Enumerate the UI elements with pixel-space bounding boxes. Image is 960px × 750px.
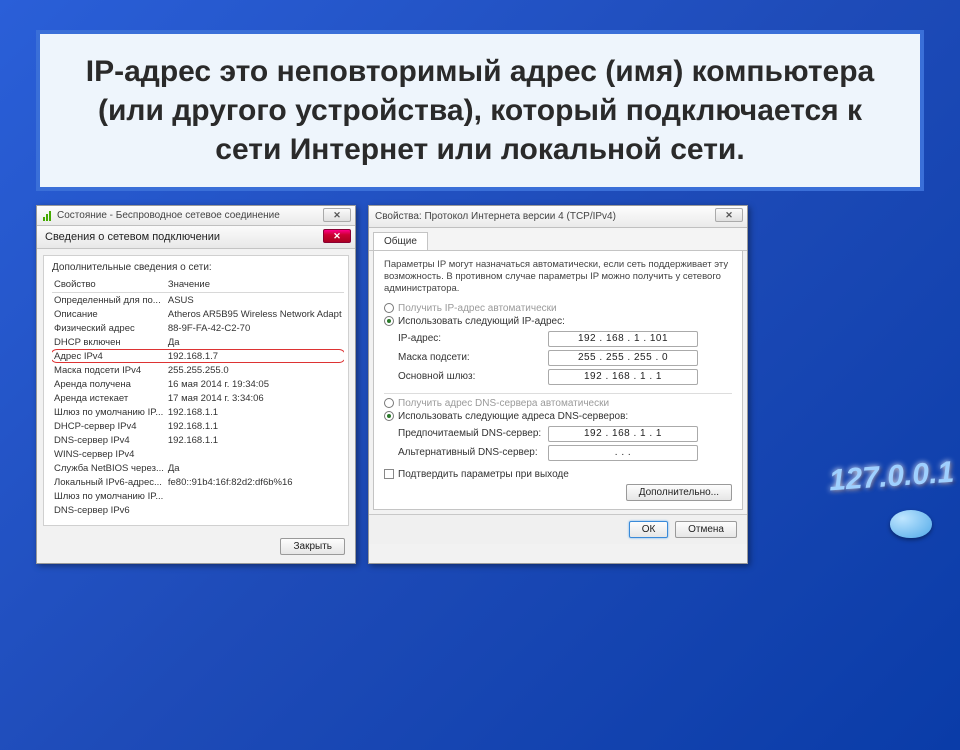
close-button[interactable]: Закрыть bbox=[280, 538, 345, 555]
radio-manual-dns[interactable]: Использовать следующие адреса DNS-сервер… bbox=[384, 411, 732, 422]
property-name: Аренда получена bbox=[52, 377, 166, 391]
radio-icon bbox=[384, 398, 394, 408]
dialog-footer: ОК Отмена bbox=[369, 514, 747, 544]
radio-icon bbox=[384, 303, 394, 313]
table-row: ОписаниеAtheros AR5B95 Wireless Network … bbox=[52, 307, 344, 321]
outer-close-icon[interactable]: ✕ bbox=[323, 208, 351, 222]
inner-close-icon[interactable]: ✕ bbox=[323, 229, 351, 243]
advanced-button[interactable]: Дополнительно... bbox=[626, 484, 732, 501]
dns-field-group: Предпочитаемый DNS-сервер: 192 . 168 . 1… bbox=[398, 426, 732, 461]
property-value: 16 мая 2014 г. 19:34:05 bbox=[166, 377, 344, 391]
table-row: Аренда истекает17 мая 2014 г. 3:34:06 bbox=[52, 391, 344, 405]
property-name: Служба NetBIOS через... bbox=[52, 461, 166, 475]
cancel-button[interactable]: Отмена bbox=[675, 521, 737, 538]
property-name: Описание bbox=[52, 307, 166, 321]
table-row: DHCP включенДа bbox=[52, 335, 344, 349]
wifi-signal-icon bbox=[43, 211, 53, 221]
table-row: Аренда получена16 мая 2014 г. 19:34:05 bbox=[52, 377, 344, 391]
property-name: Локальный IPv6-адрес... bbox=[52, 475, 166, 489]
property-value: 192.168.1.7 bbox=[166, 349, 344, 363]
separator bbox=[384, 393, 732, 394]
details-panel: Дополнительные сведения о сети: Свойство… bbox=[43, 255, 349, 526]
details-label: Дополнительные сведения о сети: bbox=[52, 262, 340, 273]
table-row: Служба NetBIOS через...Да bbox=[52, 461, 344, 475]
property-value: fe80::91b4:16f:82d2:df6b%16 bbox=[166, 475, 344, 489]
table-row: Шлюз по умолчанию IP... bbox=[52, 489, 344, 503]
property-name: DNS-сервер IPv4 bbox=[52, 433, 166, 447]
status-window: Состояние - Беспроводное сетевое соедине… bbox=[36, 205, 356, 564]
properties-table: Свойство Значение Определенный для по...… bbox=[52, 277, 344, 517]
property-name: DHCP включен bbox=[52, 335, 166, 349]
gateway-input[interactable]: 192 . 168 . 1 . 1 bbox=[548, 369, 698, 385]
property-value: Да bbox=[166, 335, 344, 349]
table-row: Маска подсети IPv4255.255.255.0 bbox=[52, 363, 344, 377]
subnet-mask-label: Маска подсети: bbox=[398, 352, 548, 363]
page-title: IP-адрес это неповторимый адрес (имя) ко… bbox=[64, 52, 896, 169]
ok-button[interactable]: ОК bbox=[629, 521, 669, 538]
dns1-label: Предпочитаемый DNS-сервер: bbox=[398, 428, 548, 439]
radio-manual-ip[interactable]: Использовать следующий IP-адрес: bbox=[384, 316, 732, 327]
tab-general[interactable]: Общие bbox=[373, 232, 428, 250]
ip-field-group: IP-адрес: 192 . 168 . 1 . 101 Маска подс… bbox=[398, 331, 732, 385]
col-value: Значение bbox=[166, 277, 344, 293]
ipv4-properties-window: Свойства: Протокол Интернета версии 4 (T… bbox=[368, 205, 748, 564]
property-name: Определенный для по... bbox=[52, 293, 166, 308]
property-name: Аренда истекает bbox=[52, 391, 166, 405]
property-name: WINS-сервер IPv4 bbox=[52, 447, 166, 461]
table-row: Адрес IPv4192.168.1.7 bbox=[52, 349, 344, 363]
table-row: DNS-сервер IPv4192.168.1.1 bbox=[52, 433, 344, 447]
checkbox-icon bbox=[384, 469, 394, 479]
title-banner: IP-адрес это неповторимый адрес (имя) ко… bbox=[36, 30, 924, 191]
property-value: 88-9F-FA-42-C2-70 bbox=[166, 321, 344, 335]
table-row: Определенный для по...ASUS bbox=[52, 293, 344, 308]
table-row: Шлюз по умолчанию IP...192.168.1.1 bbox=[52, 405, 344, 419]
property-name: Физический адрес bbox=[52, 321, 166, 335]
property-value: Да bbox=[166, 461, 344, 475]
property-name: Шлюз по умолчанию IP... bbox=[52, 489, 166, 503]
property-name: Маска подсети IPv4 bbox=[52, 363, 166, 377]
table-row: DHCP-сервер IPv4192.168.1.1 bbox=[52, 419, 344, 433]
ipv4-titlebar[interactable]: Свойства: Протокол Интернета версии 4 (T… bbox=[369, 206, 747, 228]
property-value: 17 мая 2014 г. 3:34:06 bbox=[166, 391, 344, 405]
table-row: Физический адрес88-9F-FA-42-C2-70 bbox=[52, 321, 344, 335]
property-name: DNS-сервер IPv6 bbox=[52, 503, 166, 517]
table-row: DNS-сервер IPv6 bbox=[52, 503, 344, 517]
property-value bbox=[166, 503, 344, 517]
gateway-label: Основной шлюз: bbox=[398, 371, 548, 382]
radio-icon bbox=[384, 411, 394, 421]
dns1-input[interactable]: 192 . 168 . 1 . 1 bbox=[548, 426, 698, 442]
ipv4-close-icon[interactable]: ✕ bbox=[715, 208, 743, 222]
property-value bbox=[166, 489, 344, 503]
tab-bar: Общие bbox=[369, 228, 747, 251]
property-name: Шлюз по умолчанию IP... bbox=[52, 405, 166, 419]
property-value: Atheros AR5B95 Wireless Network Adapt bbox=[166, 307, 344, 321]
ip-address-input[interactable]: 192 . 168 . 1 . 101 bbox=[548, 331, 698, 347]
radio-auto-ip[interactable]: Получить IP-адрес автоматически bbox=[384, 303, 732, 314]
inner-titlebar[interactable]: Сведения о сетевом подключении ✕ bbox=[37, 226, 355, 249]
property-value: 192.168.1.1 bbox=[166, 405, 344, 419]
property-value: 192.168.1.1 bbox=[166, 419, 344, 433]
tab-body: Параметры IP могут назначаться автоматич… bbox=[373, 251, 743, 510]
property-value bbox=[166, 447, 344, 461]
radio-auto-dns: Получить адрес DNS-сервера автоматически bbox=[384, 398, 732, 409]
property-value: 192.168.1.1 bbox=[166, 433, 344, 447]
description-text: Параметры IP могут назначаться автоматич… bbox=[384, 259, 732, 295]
property-name: DHCP-сервер IPv4 bbox=[52, 419, 166, 433]
ipv4-title-text: Свойства: Протокол Интернета версии 4 (T… bbox=[375, 211, 616, 222]
inner-title-text: Сведения о сетевом подключении bbox=[45, 231, 220, 243]
dns2-label: Альтернативный DNS-сервер: bbox=[398, 447, 548, 458]
property-value: 255.255.255.0 bbox=[166, 363, 344, 377]
outer-titlebar[interactable]: Состояние - Беспроводное сетевое соедине… bbox=[37, 206, 355, 226]
validate-checkbox-row[interactable]: Подтвердить параметры при выходе bbox=[384, 469, 732, 480]
property-name: Адрес IPv4 bbox=[52, 349, 166, 363]
table-row: Локальный IPv6-адрес...fe80::91b4:16f:82… bbox=[52, 475, 344, 489]
outer-title-text: Состояние - Беспроводное сетевое соедине… bbox=[57, 210, 280, 221]
table-row: WINS-сервер IPv4 bbox=[52, 447, 344, 461]
property-value: ASUS bbox=[166, 293, 344, 308]
radio-icon bbox=[384, 316, 394, 326]
col-property: Свойство bbox=[52, 277, 166, 293]
ip-address-label: IP-адрес: bbox=[398, 333, 548, 344]
dns2-input[interactable]: . . . bbox=[548, 445, 698, 461]
subnet-mask-input[interactable]: 255 . 255 . 255 . 0 bbox=[548, 350, 698, 366]
